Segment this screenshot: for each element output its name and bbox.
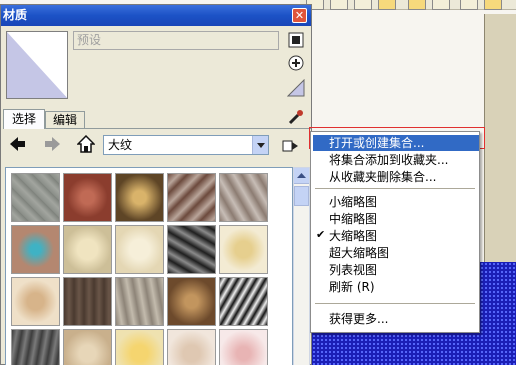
material-thumbnail[interactable] (115, 173, 164, 222)
tab-divider (85, 128, 311, 129)
collection-selected-value: 大纹 (108, 138, 133, 152)
menu-item-remove-from-favorites[interactable]: 从收藏夹删除集合... (313, 169, 479, 185)
material-thumbnail[interactable] (63, 329, 112, 365)
menu-item-large-thumbnails-row[interactable]: ✔ 大缩略图 (313, 228, 479, 244)
material-thumbnail[interactable] (11, 329, 60, 365)
menu-item-get-more[interactable]: 获得更多... (313, 311, 479, 327)
material-thumbnail[interactable] (11, 225, 60, 274)
thumbnail-scrollbar[interactable] (293, 167, 310, 365)
material-thumbnail[interactable] (167, 329, 216, 365)
toolbar-button[interactable] (378, 0, 396, 10)
material-thumbnail-grid[interactable] (5, 167, 293, 365)
material-thumbnail[interactable] (219, 329, 268, 365)
checkmark-icon: ✔ (316, 228, 326, 241)
toolbar-button[interactable] (432, 0, 450, 10)
toolbar-button[interactable] (460, 0, 478, 10)
material-thumbnail[interactable] (11, 173, 60, 222)
material-thumbnail[interactable] (115, 277, 164, 326)
create-material-icon[interactable] (287, 54, 305, 72)
chevron-down-icon[interactable] (252, 136, 268, 154)
collection-dropdown[interactable]: 大纹 (103, 135, 269, 155)
home-icon[interactable] (76, 134, 96, 153)
material-thumbnail[interactable] (115, 329, 164, 365)
tab-select[interactable]: 选择 (3, 109, 45, 129)
material-name-input[interactable]: 预设 (73, 31, 279, 50)
material-thumbnail[interactable] (63, 173, 112, 222)
menu-item-add-to-favorites[interactable]: 将集合添加到收藏夹... (313, 152, 479, 168)
toolbar-button[interactable] (354, 0, 372, 10)
material-thumbnail[interactable] (115, 225, 164, 274)
toolbar-button[interactable] (330, 0, 348, 10)
material-thumbnail[interactable] (11, 277, 60, 326)
material-thumbnail[interactable] (167, 277, 216, 326)
scroll-thumb[interactable] (294, 186, 309, 206)
menu-item-refresh[interactable]: 刷新 (R) (313, 279, 479, 295)
scroll-up-icon[interactable] (294, 168, 309, 184)
menu-separator (315, 188, 475, 189)
menu-separator (315, 303, 475, 304)
details-context-menu: 打开或创建集合... 将集合添加到收藏夹... 从收藏夹删除集合... 小缩略图… (310, 131, 480, 333)
top-toolbar (300, 0, 516, 10)
material-thumbnail[interactable] (219, 277, 268, 326)
material-preview (6, 31, 68, 99)
menu-item-open-or-create-collection[interactable]: 打开或创建集合... (313, 135, 479, 151)
close-icon[interactable]: ✕ (292, 8, 307, 23)
menu-item-large-thumbnails: 大缩略图 (329, 229, 378, 243)
material-thumbnail[interactable] (63, 277, 112, 326)
panel-title-text: 材质 (3, 8, 28, 22)
panel-title: 材质 ✕ (1, 5, 311, 26)
material-thumbnail[interactable] (167, 173, 216, 222)
menu-item-list-view[interactable]: 列表视图 (313, 262, 479, 278)
details-arrow-icon[interactable] (280, 136, 300, 156)
paint-bucket-icon[interactable] (286, 78, 305, 97)
eyedropper-icon[interactable] (287, 108, 305, 126)
material-thumbnail[interactable] (63, 225, 112, 274)
back-arrow-icon[interactable] (9, 135, 27, 153)
material-thumbnail[interactable] (167, 225, 216, 274)
tab-edit[interactable]: 编辑 (45, 111, 85, 129)
menu-item-medium-thumbnails[interactable]: 中缩略图 (313, 211, 479, 227)
model-wall (484, 14, 516, 274)
toolbar-button[interactable] (408, 0, 426, 10)
menu-item-small-thumbnails[interactable]: 小缩略图 (313, 194, 479, 210)
forward-arrow-icon[interactable] (43, 135, 61, 153)
menu-item-extra-large-thumbnails[interactable]: 超大缩略图 (313, 245, 479, 261)
material-thumbnail[interactable] (219, 225, 268, 274)
default-material-icon[interactable] (287, 31, 305, 49)
toolbar-button[interactable] (484, 0, 502, 10)
materials-panel: 材质 ✕ 预设 选择 编辑 大纹 (0, 4, 312, 365)
material-thumbnail[interactable] (219, 173, 268, 222)
